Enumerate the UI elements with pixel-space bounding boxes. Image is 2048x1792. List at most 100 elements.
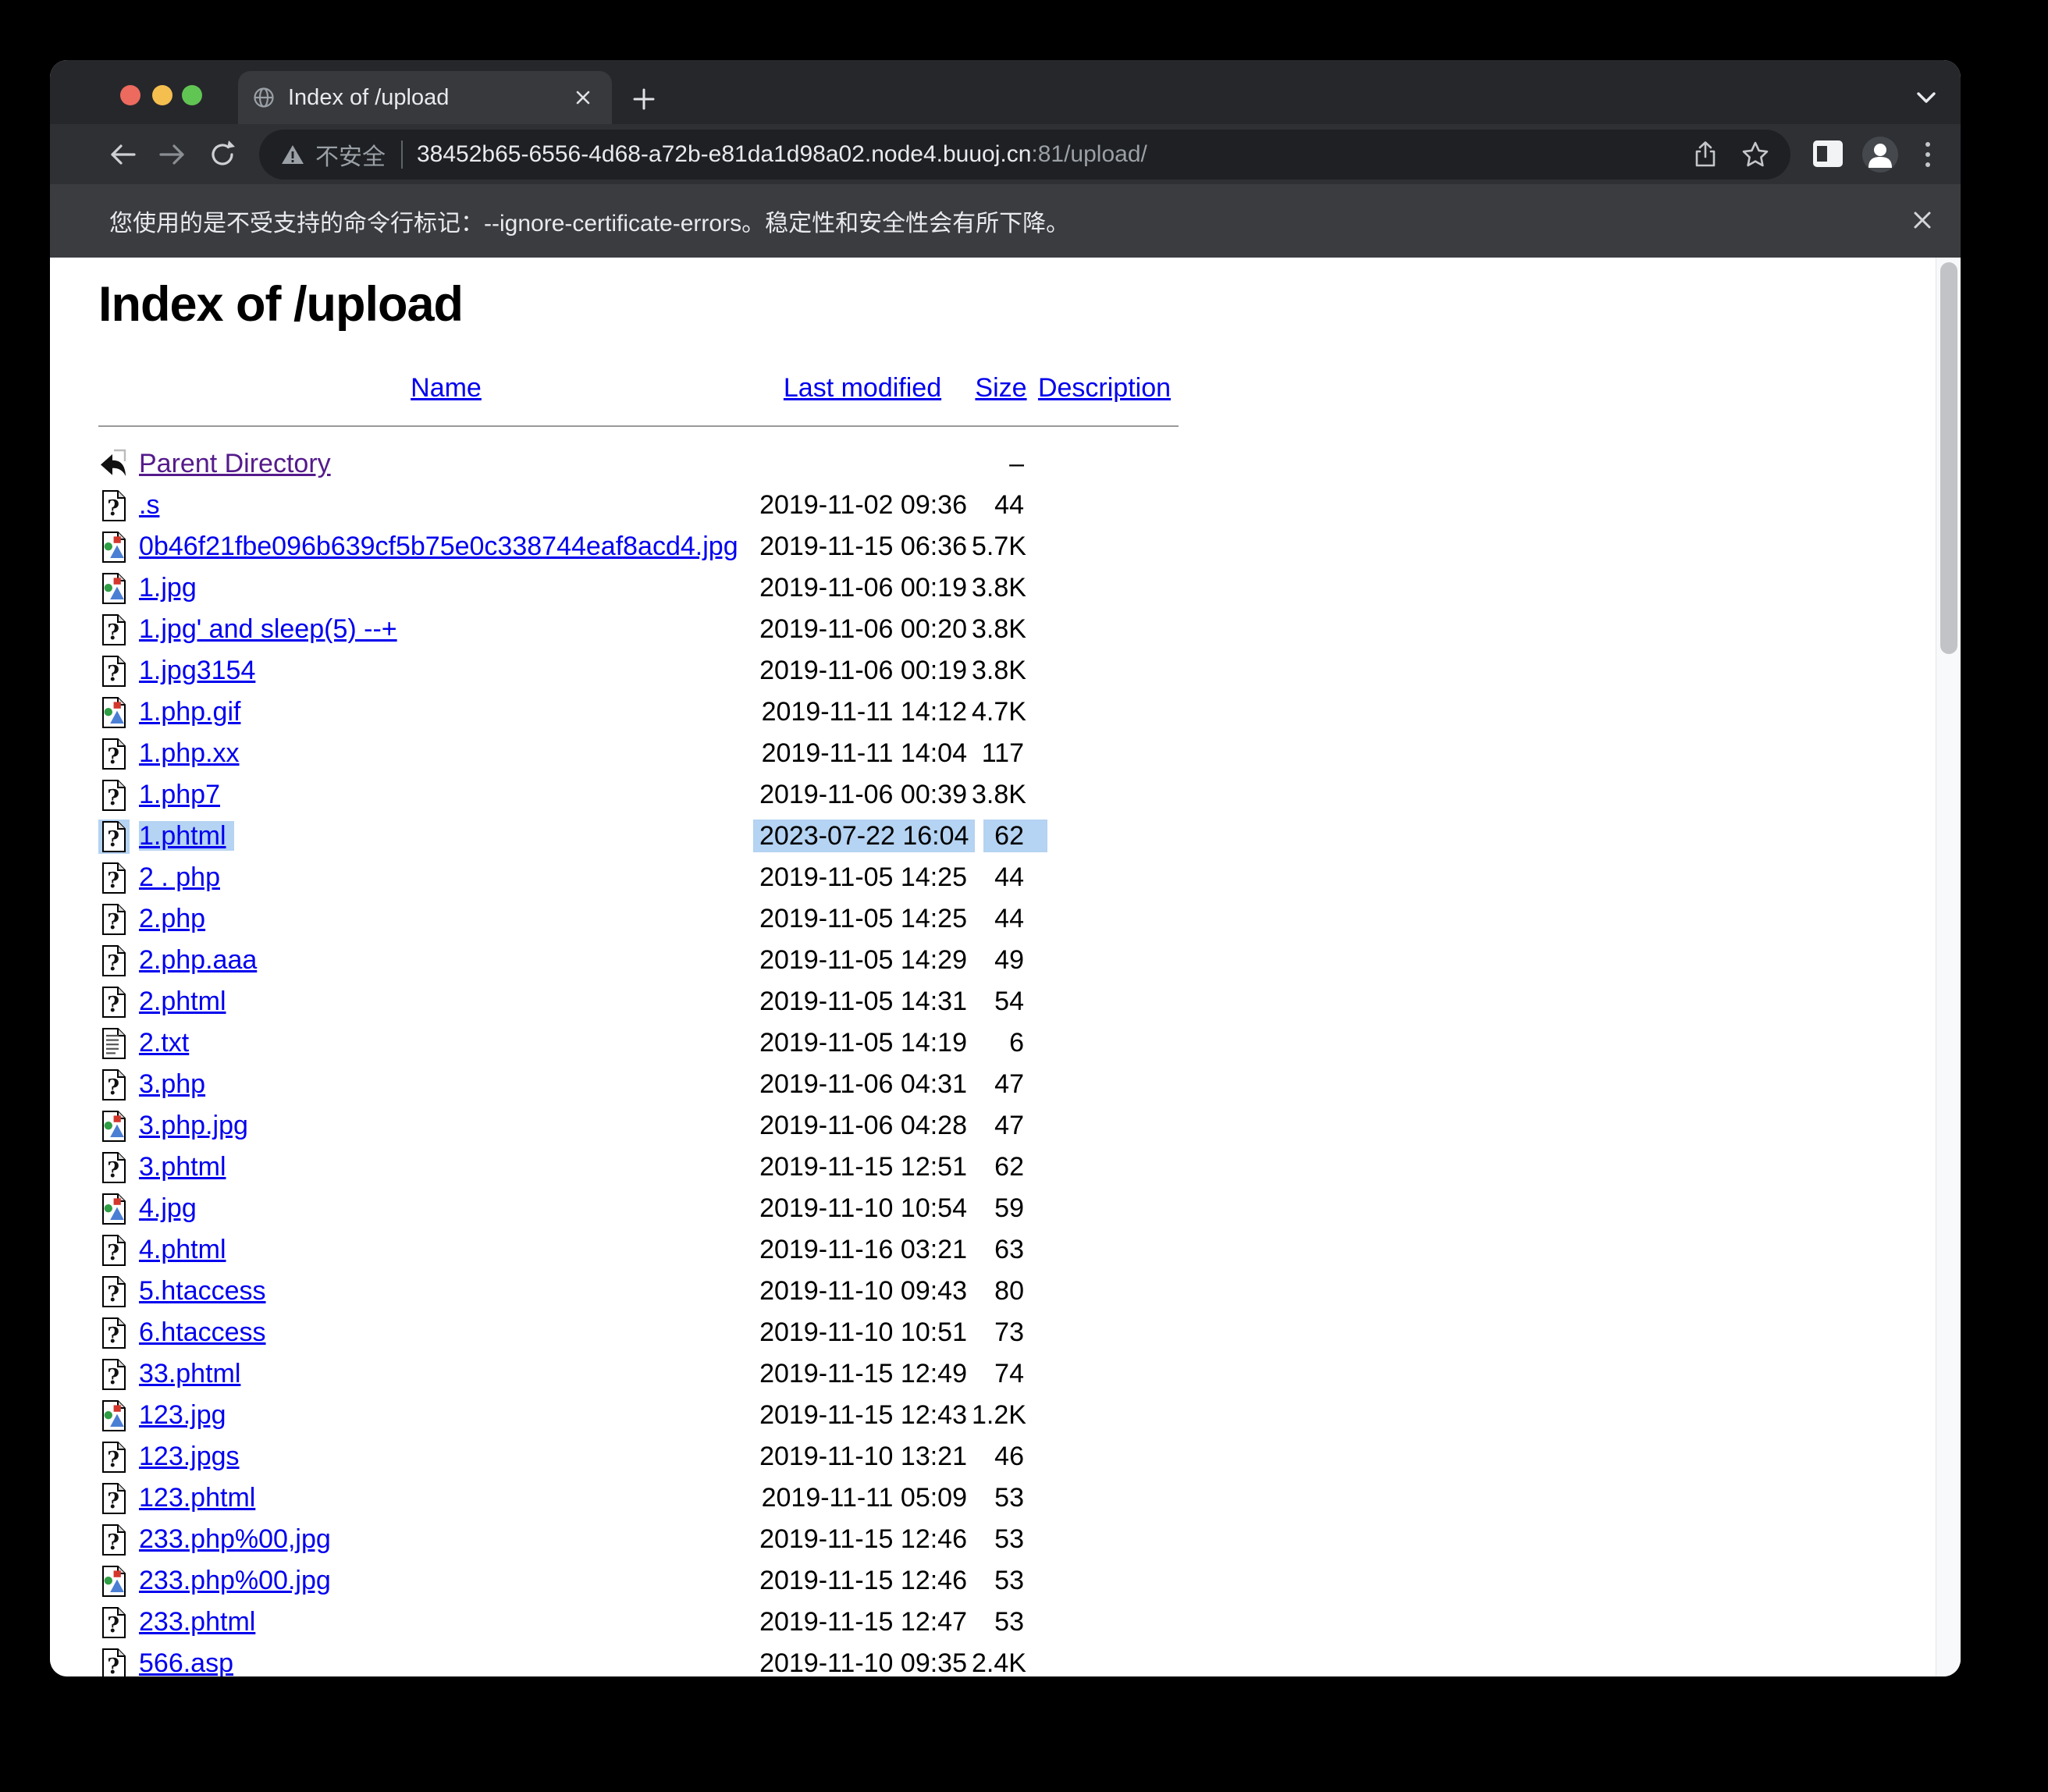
file-modified: 2019-11-05 14:19 [759,1028,967,1058]
unknown-icon: ? [98,1316,130,1350]
file-link[interactable]: 1.php.xx [139,738,240,768]
unknown-icon: ? [98,613,130,647]
file-row: ? 1.jpg3154 2019-11-06 00:19 3.8K [98,650,1179,692]
bookmark-star-icon[interactable] [1740,140,1770,169]
file-link[interactable]: 2.phtml [139,987,226,1016]
omnibox-divider [401,140,403,169]
sort-by-name-link[interactable]: Name [411,373,482,403]
url-text[interactable]: 38452b65-6556-4d68-a72b-e81da1d98a02.nod… [417,141,1691,168]
file-link[interactable]: 2.txt [139,1028,189,1058]
file-modified: 2019-11-05 14:31 [759,987,967,1016]
file-description [1030,1312,1179,1353]
file-link[interactable]: 3.phtml [139,1152,226,1182]
sort-by-modified-link[interactable]: Last modified [784,373,941,403]
file-row: Parent Directory – [98,443,1179,485]
back-button[interactable] [106,137,140,172]
menu-kebab-icon[interactable] [1920,137,1936,172]
file-modified: 2019-11-10 10:54 [759,1193,967,1223]
file-link[interactable]: Parent Directory [139,449,331,478]
file-link[interactable]: 123.phtml [139,1483,255,1513]
file-link[interactable]: 5.htaccess [139,1276,266,1306]
directory-listing: Index of /upload Name Last modified Size… [50,258,1936,1676]
file-link[interactable]: 4.jpg [139,1193,197,1223]
file-link[interactable]: 1.phtml [139,821,234,851]
file-link[interactable]: 33.phtml [139,1359,240,1388]
file-link[interactable]: 2.php [139,904,205,933]
tab-search-chevron-icon[interactable] [1914,88,1939,107]
file-link[interactable]: 233.php%00.jpg [139,1566,331,1595]
file-description [1030,1271,1179,1312]
file-modified: 2019-11-10 13:21 [759,1442,967,1471]
header-divider-row [98,409,1179,443]
file-size: 63 [994,1235,1024,1264]
file-link[interactable]: 1.jpg [139,573,197,603]
file-size: – [1009,449,1024,478]
file-link[interactable]: 3.php [139,1069,205,1099]
file-link[interactable]: 2.php.aaa [139,945,257,975]
unknown-icon: ? [98,778,130,812]
sort-by-description-link[interactable]: Description [1038,373,1171,403]
profile-avatar[interactable] [1862,137,1898,172]
file-link[interactable]: 1.jpg3154 [139,656,255,685]
new-tab-button[interactable] [631,86,657,112]
file-size: 3.8K [972,656,1026,685]
file-size: 62 [972,816,1047,857]
infobar-close-icon[interactable] [1908,206,1936,234]
file-modified: 2019-11-10 09:43 [759,1276,967,1306]
not-secure-warning-icon[interactable] [281,143,304,166]
file-row: ? 3.phtml 2019-11-15 12:51 62 [98,1147,1179,1188]
tab-close-icon[interactable] [571,86,595,109]
unknown-icon: ? [98,1481,130,1516]
file-link[interactable]: 3.php.jpg [139,1111,248,1140]
file-link[interactable]: 123.jpg [139,1400,226,1430]
file-link[interactable]: 4.phtml [139,1235,226,1264]
file-description [1030,940,1179,981]
file-size: 3.8K [972,614,1026,644]
traffic-close-button[interactable] [120,85,140,105]
reload-button[interactable] [205,137,240,172]
forward-button[interactable] [155,137,189,172]
file-link[interactable]: 566.asp [139,1648,233,1676]
file-size: 44 [994,862,1024,892]
file-modified: 2019-11-15 12:51 [759,1152,967,1182]
page-scrollbar[interactable] [1936,258,1961,1676]
file-link[interactable]: 1.php.gif [139,697,240,727]
file-modified: 2019-11-11 14:12 [761,697,967,727]
file-link[interactable]: 6.htaccess [139,1317,266,1347]
svg-text:?: ? [107,827,119,852]
scrollbar-thumb[interactable] [1940,262,1957,654]
browser-tab[interactable]: Index of /upload [238,71,612,124]
text-icon [98,1026,130,1061]
traffic-zoom-button[interactable] [182,85,202,105]
traffic-minimize-button[interactable] [152,85,172,105]
svg-text:?: ? [107,1076,119,1100]
file-link[interactable]: 1.jpg' and sleep(5) --+ [139,614,397,644]
side-panel-icon[interactable] [1812,140,1844,168]
file-row: ? 233.phtml 2019-11-15 12:47 53 [98,1602,1179,1643]
image-icon [98,1564,130,1598]
file-link[interactable]: 0b46f21fbe096b639cf5b75e0c338744eaf8acd4… [139,532,738,561]
file-description [1030,733,1179,774]
sort-by-size-link[interactable]: Size [975,373,1026,403]
file-modified: 2019-11-15 12:46 [759,1524,967,1554]
file-link[interactable]: 233.phtml [139,1607,255,1637]
file-link[interactable]: 1.php7 [139,780,220,809]
address-bar[interactable]: 不安全 38452b65-6556-4d68-a72b-e81da1d98a02… [259,130,1790,180]
file-size: 47 [994,1111,1024,1140]
share-icon[interactable] [1691,140,1720,169]
page-title: Index of /upload [98,277,464,332]
security-label[interactable]: 不安全 [315,137,386,172]
file-description [1030,816,1179,857]
unknown-icon: ? [98,1647,130,1676]
infobar-message: 您使用的是不受支持的命令行标记：--ignore-certificate-err… [109,211,1070,236]
unknown-icon: ? [98,1605,130,1640]
file-link[interactable]: 2 . php [139,862,220,892]
file-modified: 2019-11-06 00:39 [759,780,967,809]
file-link[interactable]: .s [139,490,159,520]
file-row: ? 2.php.aaa 2019-11-05 14:29 49 [98,940,1179,981]
file-link[interactable]: 233.php%00,jpg [139,1524,331,1554]
file-link[interactable]: 123.jpgs [139,1442,240,1471]
file-modified: 2019-11-15 06:36 [759,532,967,561]
file-description [1030,1643,1179,1676]
file-size: 74 [994,1359,1024,1388]
